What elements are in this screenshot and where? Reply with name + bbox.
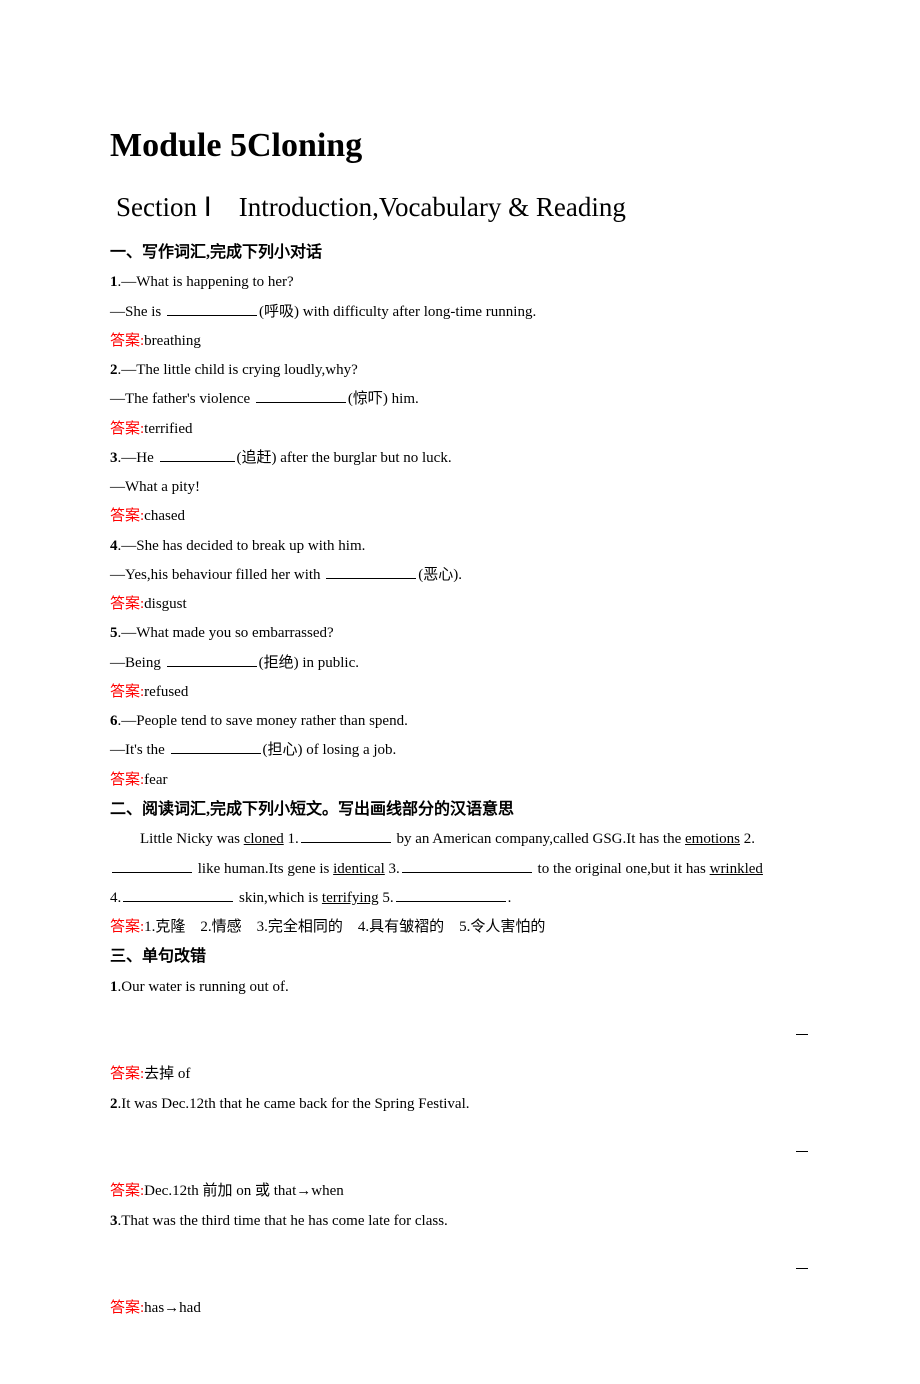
answer-label: 答案:: [110, 684, 144, 700]
q3-line-a: 3.—He (追赶) after the burglar but no luck…: [110, 444, 810, 473]
part2-heading: 二、阅读词汇,完成下列小短文。写出画线部分的汉语意思: [110, 795, 810, 825]
a4: 答案:disgust: [110, 590, 810, 619]
q1-line-a: 1.—What is happening to her?: [110, 268, 810, 297]
q6-line-b: —It's the (担心) of losing a job.: [110, 736, 810, 765]
blank: [167, 652, 257, 667]
a5: 答案:refused: [110, 678, 810, 707]
passage-line2: like human.Its gene is identical 3. to t…: [110, 855, 810, 884]
blank: [167, 301, 257, 316]
q1-line-b: —She is (呼吸) with difficulty after long-…: [110, 298, 810, 327]
q2-line-b: —The father's violence (惊吓) him.: [110, 385, 810, 414]
passage-line3: 4. skin,which is terrifying 5..: [110, 884, 810, 913]
answer-label: 答案:: [110, 1183, 144, 1199]
p3-a2: 答案:Dec.12th 前加 on 或 that→when: [110, 1177, 810, 1206]
a3: 答案:chased: [110, 502, 810, 531]
blank: [123, 887, 233, 902]
part2-answer: 答案:1.克隆 2.情感 3.完全相同的 4.具有皱褶的 5.令人害怕的: [110, 913, 810, 942]
p3-q2: 2.It was Dec.12th that he came back for …: [110, 1090, 810, 1119]
answer-label: 答案:: [110, 919, 144, 935]
cloned: cloned: [244, 831, 284, 847]
q6-line-a: 6.—People tend to save money rather than…: [110, 707, 810, 736]
q4-line-b: —Yes,his behaviour filled her with (恶心).: [110, 561, 810, 590]
p3-q1: 1.Our water is running out of.: [110, 973, 810, 1002]
blank: [326, 564, 416, 579]
answer-label: 答案:: [110, 333, 144, 349]
p3-a3: 答案:has→had: [110, 1294, 810, 1323]
rule-line: [110, 1251, 810, 1280]
section-title: Section Ⅰ Introduction,Vocabulary & Read…: [116, 180, 810, 234]
part3-heading: 三、单句改错: [110, 942, 810, 972]
rule-line: [110, 1017, 810, 1046]
passage-line1: Little Nicky was cloned 1. by an America…: [110, 825, 810, 854]
p3-q3-num: 3: [110, 1213, 118, 1229]
terrifying: terrifying: [322, 890, 379, 906]
q5-line-a: 5.—What made you so embarrassed?: [110, 619, 810, 648]
answer-label: 答案:: [110, 421, 144, 437]
q2-num: 2: [110, 362, 118, 378]
part1-heading: 一、写作词汇,完成下列小对话: [110, 238, 810, 268]
blank: [171, 739, 261, 754]
a2: 答案:terrified: [110, 415, 810, 444]
a6: 答案:fear: [110, 766, 810, 795]
answer-label: 答案:: [110, 596, 144, 612]
p3-q2-num: 2: [110, 1096, 118, 1112]
p3-a1: 答案:去掉 of: [110, 1060, 810, 1089]
blank: [256, 388, 346, 403]
blank: [396, 887, 506, 902]
answer-label: 答案:: [110, 1066, 144, 1082]
q3-num: 3: [110, 450, 118, 466]
blank: [112, 858, 192, 873]
answer-label: 答案:: [110, 508, 144, 524]
blank: [160, 447, 235, 462]
a1: 答案:breathing: [110, 327, 810, 356]
p3-q1-num: 1: [110, 979, 118, 995]
wrinkled: wrinkled: [710, 861, 763, 877]
blank: [402, 858, 532, 873]
q5-num: 5: [110, 625, 118, 641]
answer-label: 答案:: [110, 772, 144, 788]
q4-num: 4: [110, 538, 118, 554]
p3-q3: 3.That was the third time that he has co…: [110, 1207, 810, 1236]
q4-line-a: 4.—She has decided to break up with him.: [110, 532, 810, 561]
blank: [301, 828, 391, 843]
identical: identical: [333, 861, 385, 877]
emotions: emotions: [685, 831, 740, 847]
answer-label: 答案:: [110, 1300, 144, 1316]
q1-num: 1: [110, 274, 118, 290]
module-title: Module 5Cloning: [110, 112, 810, 180]
q2-line-a: 2.—The little child is crying loudly,why…: [110, 356, 810, 385]
q5-line-b: —Being (拒绝) in public.: [110, 649, 810, 678]
rule-line: [110, 1134, 810, 1163]
q3-line-b: —What a pity!: [110, 473, 810, 502]
q6-num: 6: [110, 713, 118, 729]
